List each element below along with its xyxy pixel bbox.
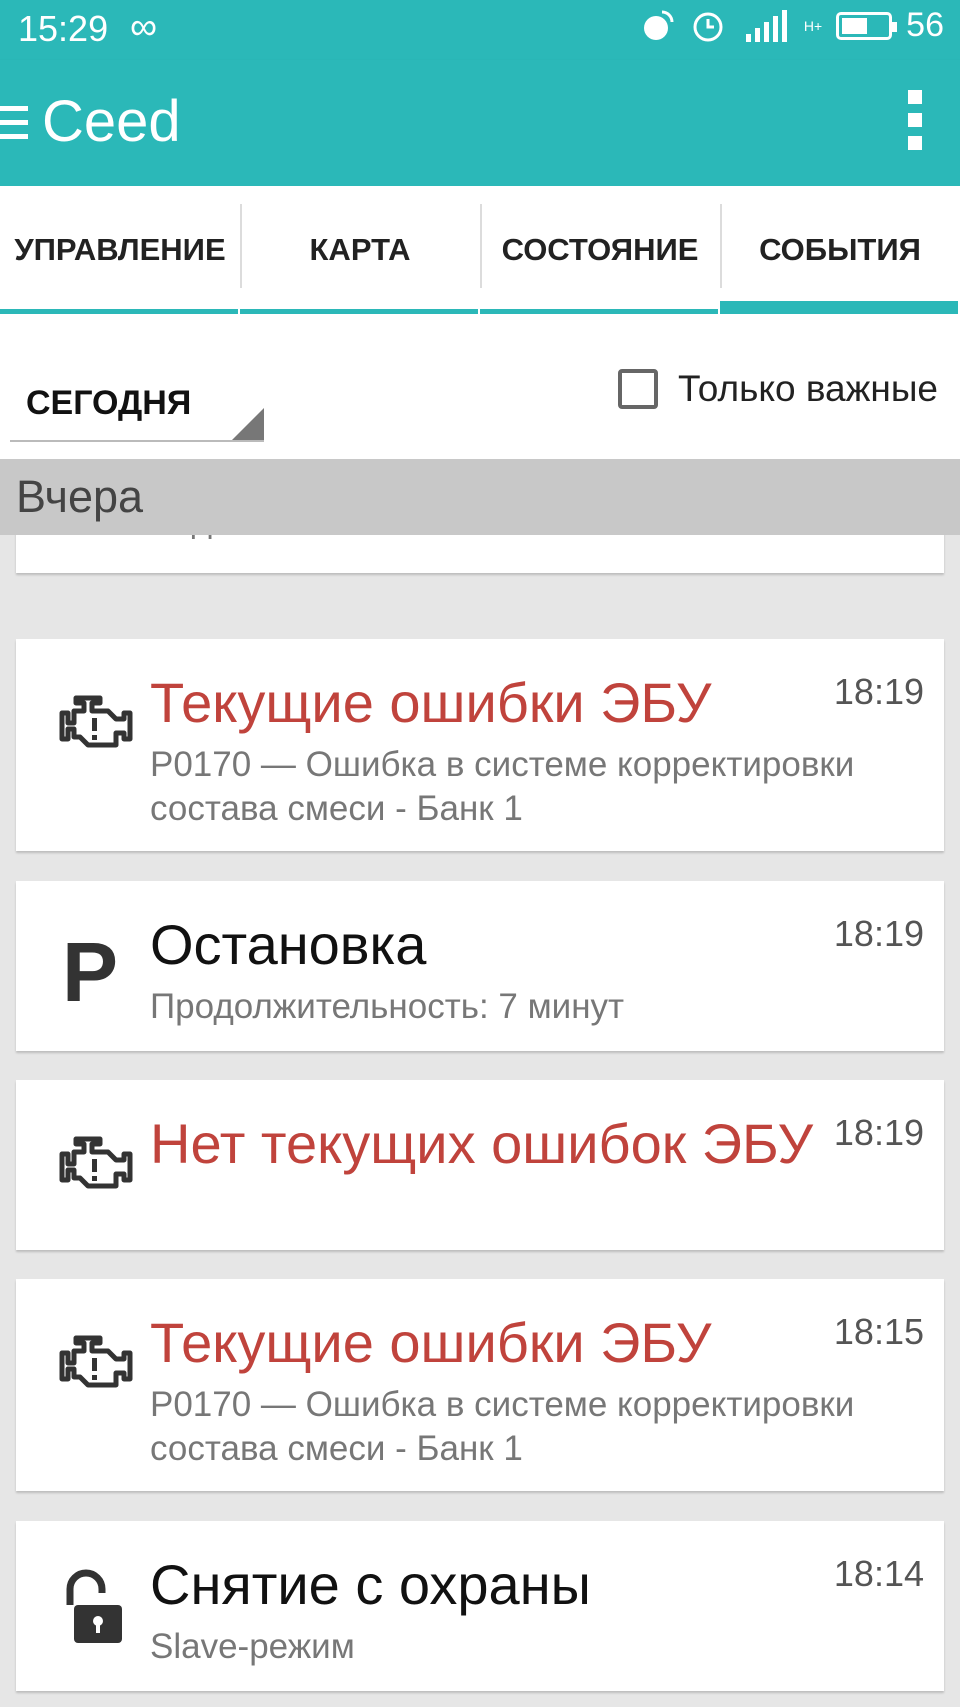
important-only-checkbox[interactable] xyxy=(618,369,659,409)
tab-control[interactable]: УПРАВЛЕНИЕ xyxy=(0,186,240,314)
event-time: 18:14 xyxy=(833,1553,924,1594)
network-type: H+ xyxy=(803,17,823,34)
event-description: P0170 — Ошибка в системе корректировки с… xyxy=(150,1385,855,1468)
event-title: Остановка xyxy=(150,913,427,976)
svg-text:P: P xyxy=(62,925,118,1013)
status-time: 15:29 xyxy=(18,8,109,49)
location-icon xyxy=(643,10,674,40)
tab-label: КАРТА xyxy=(309,232,411,267)
event-title: Текущие ошибки ЭБУ xyxy=(150,671,712,734)
battery-fill xyxy=(842,17,867,34)
app-title: Ceed xyxy=(42,89,181,154)
tab-indicator-active xyxy=(720,301,958,314)
tab-events[interactable]: СОБЫТИЯ xyxy=(720,186,960,314)
tab-map[interactable]: КАРТА xyxy=(240,186,480,314)
unlock-icon xyxy=(66,1569,122,1643)
signal-icon xyxy=(745,9,787,42)
check-engine-icon xyxy=(59,695,133,748)
battery-percent: 56 xyxy=(906,6,944,44)
important-only-toggle[interactable]: Только важные xyxy=(618,364,938,414)
app-bar: Ceed xyxy=(0,60,960,186)
infinity-icon: ∞ xyxy=(130,6,158,48)
event-card[interactable]: Текущие ошибки ЭБУ 18:15 P0170 — Ошибка … xyxy=(16,1279,944,1491)
event-card[interactable]: Текущие ошибки ЭБУ 18:19 P0170 — Ошибка … xyxy=(16,639,944,851)
more-vertical-icon[interactable] xyxy=(908,90,922,150)
period-dropdown-label: СЕГОДНЯ xyxy=(26,384,192,422)
event-title: Нет текущих ошибок ЭБУ xyxy=(150,1112,814,1175)
tab-status[interactable]: СОСТОЯНИЕ xyxy=(480,186,720,314)
status-bar: 15:29 ∞ H+ 56 xyxy=(0,0,960,60)
important-only-label: Только важные xyxy=(678,368,938,409)
dropdown-arrow-icon xyxy=(232,408,264,440)
event-title: Текущие ошибки ЭБУ xyxy=(150,1311,712,1374)
tab-bar: УПРАВЛЕНИЕ КАРТА СОСТОЯНИЕ СОБЫТИЯ xyxy=(0,186,960,314)
event-time: 18:19 xyxy=(833,1112,924,1153)
status-icons: H+ 56 xyxy=(640,6,944,45)
event-title: Снятие с охраны xyxy=(150,1553,591,1616)
filter-bar: СЕГОДНЯ Только важные xyxy=(0,314,960,459)
event-time: 18:15 xyxy=(833,1311,924,1352)
battery-icon xyxy=(836,11,898,40)
period-dropdown[interactable]: СЕГОДНЯ xyxy=(10,358,264,442)
section-header-label: Вчера xyxy=(16,471,144,522)
event-description: Продолжительность: 7 минут xyxy=(150,987,625,1026)
tab-label: СОСТОЯНИЕ xyxy=(501,232,699,267)
event-time: 18:19 xyxy=(833,671,924,712)
check-engine-icon xyxy=(59,1136,133,1189)
hamburger-menu-icon[interactable] xyxy=(0,100,30,146)
tab-label: УПРАВЛЕНИЕ xyxy=(14,232,226,267)
check-engine-icon xyxy=(59,1335,133,1388)
event-list[interactable]: Радиометка №1 Текущие ошибки ЭБУ 18:19 P… xyxy=(0,459,960,1707)
event-card[interactable]: Нет текущих ошибок ЭБУ 18:19 xyxy=(16,1080,944,1250)
section-header: Вчера xyxy=(0,459,960,535)
tab-label: СОБЫТИЯ xyxy=(759,232,921,267)
event-time: 18:19 xyxy=(833,913,924,954)
parking-icon: P xyxy=(62,925,118,1013)
event-card[interactable]: P Остановка 18:19 Продолжительность: 7 м… xyxy=(16,881,944,1051)
event-card[interactable]: Снятие с охраны 18:14 Slave-режим xyxy=(16,1521,944,1691)
event-description: P0170 — Ошибка в системе корректировки с… xyxy=(150,745,855,828)
alarm-icon xyxy=(693,12,723,41)
event-description: Slave-режим xyxy=(150,1627,355,1666)
